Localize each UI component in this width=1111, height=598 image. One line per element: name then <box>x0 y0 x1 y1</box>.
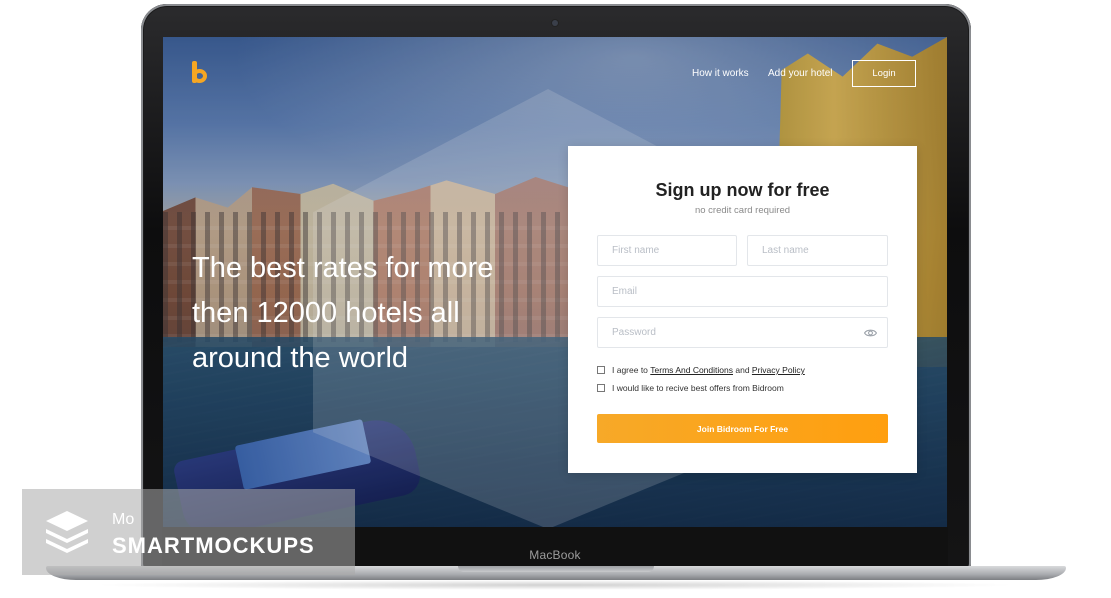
logo-icon[interactable] <box>192 61 210 85</box>
signup-card: Sign up now for free no credit card requ… <box>568 146 917 473</box>
eye-icon[interactable] <box>864 327 877 339</box>
privacy-link[interactable]: Privacy Policy <box>752 365 805 375</box>
watermark-brand: SMARTMOCKUPS <box>112 533 315 558</box>
watermark-line1: Mo <box>112 511 135 528</box>
signup-subtitle: no credit card required <box>694 205 791 216</box>
login-button[interactable]: Login <box>852 60 916 87</box>
nav-add-your-hotel[interactable]: Add your hotel <box>768 68 833 79</box>
hero-headline: The best rates for more then 12000 hotel… <box>192 252 494 374</box>
offers-checkbox[interactable] <box>597 384 605 392</box>
offers-checkbox-row: I would like to recive best offers from … <box>597 383 784 393</box>
email-input[interactable] <box>598 277 887 306</box>
password-field[interactable] <box>597 317 888 348</box>
nav-how-it-works[interactable]: How it works <box>692 68 749 79</box>
signup-title: Sign up now for free <box>655 180 830 200</box>
terms-and: and <box>735 365 750 375</box>
offers-label: I would like to recive best offers from … <box>612 383 784 393</box>
laptop-notch <box>458 566 654 572</box>
camera-icon <box>552 20 558 26</box>
password-input[interactable] <box>598 318 887 347</box>
join-button[interactable]: Join Bidroom For Free <box>597 414 888 443</box>
terms-checkbox[interactable] <box>597 366 605 374</box>
first-name-input[interactable] <box>598 236 736 265</box>
first-name-field[interactable] <box>597 235 737 266</box>
screen: How it works Add your hotel Login The be… <box>163 37 947 527</box>
terms-prefix: I agree to <box>612 365 648 375</box>
last-name-field[interactable] <box>747 235 888 266</box>
watermark: Mo SMARTMOCKUPS <box>22 489 355 575</box>
terms-checkbox-row: I agree to Terms And Conditions and Priv… <box>597 365 805 375</box>
email-field[interactable] <box>597 276 888 307</box>
terms-link[interactable]: Terms And Conditions <box>650 365 733 375</box>
laptop-shadow <box>90 580 1020 590</box>
stack-icon <box>46 511 88 553</box>
last-name-input[interactable] <box>748 236 887 265</box>
